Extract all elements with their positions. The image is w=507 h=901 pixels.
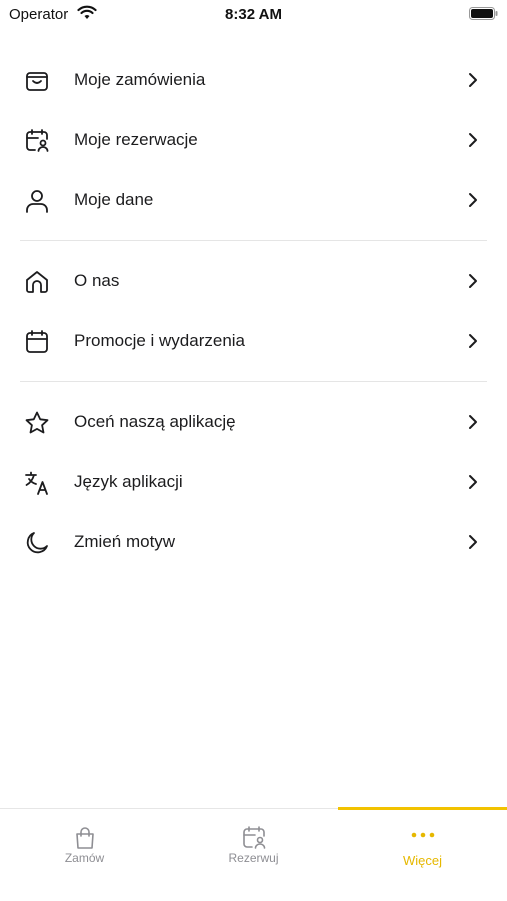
menu-item-my-data[interactable]: Moje dane: [0, 170, 507, 230]
tab-label: Zamów: [64, 851, 105, 865]
shopping-bag-icon: [76, 827, 94, 849]
status-time: 8:32 AM: [225, 6, 282, 23]
tab-order[interactable]: Zamów: [0, 809, 169, 901]
calendar-user-icon: [26, 129, 49, 152]
chevron-right-icon: [469, 193, 477, 207]
section-divider: [20, 240, 487, 241]
translate-icon: [25, 471, 48, 495]
menu-item-label: Moje zamówienia: [74, 70, 206, 89]
chevron-right-icon: [469, 73, 477, 87]
menu-item-label: Język aplikacji: [74, 472, 183, 491]
home-icon: [26, 271, 48, 293]
menu-item-rate-app[interactable]: Oceń naszą aplikację: [0, 392, 507, 452]
menu-item-label: Oceń naszą aplikację: [74, 412, 236, 431]
calendar-icon: [26, 330, 48, 353]
tab-label: Więcej: [402, 853, 442, 868]
settings-menu: Moje zamówienia Moje rezerwacje Moje dan…: [0, 50, 507, 572]
calendar-user-icon: [243, 826, 266, 849]
chevron-right-icon: [469, 415, 477, 429]
menu-item-theme[interactable]: Zmień motyw: [0, 512, 507, 572]
star-icon: [25, 411, 49, 434]
menu-item-language[interactable]: Język aplikacji: [0, 452, 507, 512]
user-icon: [26, 190, 48, 213]
menu-item-label: O nas: [74, 271, 120, 290]
more-dots-icon: [411, 832, 435, 838]
menu-item-label: Moje dane: [74, 190, 154, 209]
menu-item-about[interactable]: O nas: [0, 251, 507, 311]
moon-icon: [26, 532, 48, 554]
battery-icon: [469, 7, 498, 20]
chevron-right-icon: [469, 133, 477, 147]
chevron-right-icon: [469, 274, 477, 288]
status-bar: Operator 8:32 AM: [0, 0, 507, 28]
tab-reserve[interactable]: Rezerwuj: [169, 809, 338, 901]
tab-label: Rezerwuj: [228, 851, 279, 865]
menu-item-reservations[interactable]: Moje rezerwacje: [0, 110, 507, 170]
chevron-right-icon: [469, 475, 477, 489]
bag-icon: [26, 72, 48, 91]
menu-item-orders[interactable]: Moje zamówienia: [0, 50, 507, 110]
chevron-right-icon: [469, 334, 477, 348]
chevron-right-icon: [469, 535, 477, 549]
tab-bar: Zamów Rezerwuj Więcej: [0, 807, 507, 901]
menu-item-promotions[interactable]: Promocje i wydarzenia: [0, 311, 507, 371]
section-divider: [20, 381, 487, 382]
menu-item-label: Zmień motyw: [74, 532, 176, 551]
tab-more[interactable]: Więcej: [338, 809, 507, 901]
menu-item-label: Promocje i wydarzenia: [74, 331, 246, 350]
menu-item-label: Moje rezerwacje: [74, 130, 198, 149]
